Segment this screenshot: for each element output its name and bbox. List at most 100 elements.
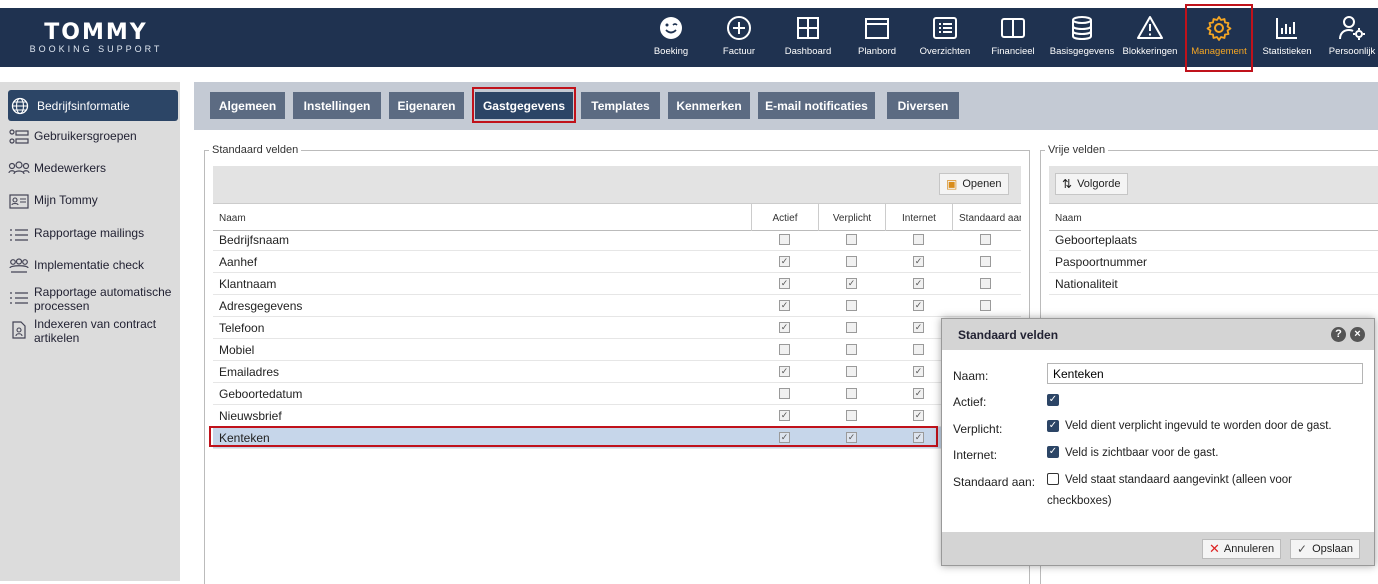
tab-algemeen[interactable]: Algemeen <box>210 92 285 119</box>
internet-checkbox[interactable]: ✓ <box>1047 446 1059 458</box>
col-internet[interactable]: Internet <box>886 204 953 231</box>
nav-blokkeringen[interactable]: Blokkeringen <box>1120 8 1180 67</box>
sidebar-item-bedrijfsinformatie[interactable]: Bedrijfsinformatie <box>8 90 178 121</box>
naam-input[interactable] <box>1047 363 1363 384</box>
table-row[interactable]: Bedrijfsnaam <box>213 229 1021 251</box>
verplicht-checkbox[interactable] <box>846 256 857 267</box>
help-icon[interactable]: ? <box>1331 327 1346 342</box>
tab-eigenaren[interactable]: Eigenaren <box>389 92 464 119</box>
tab-kenmerken[interactable]: Kenmerken <box>668 92 750 119</box>
table-row[interactable]: Telefoon ✓ ✓ <box>213 317 1021 339</box>
internet-checkbox[interactable]: ✓ <box>913 366 924 377</box>
actief-checkbox[interactable]: ✓ <box>779 410 790 421</box>
nav-factuur[interactable]: Factuur <box>716 8 762 67</box>
verplicht-checkbox[interactable] <box>846 388 857 399</box>
row-name: Nationaliteit <box>1055 277 1118 291</box>
actief-checkbox[interactable]: ✓ <box>779 366 790 377</box>
verplicht-checkbox[interactable]: ✓ <box>846 278 857 289</box>
verplicht-checkbox[interactable] <box>846 410 857 421</box>
naam-label: Naam: <box>953 369 989 383</box>
sidebar-item-label: Mijn Tommy <box>34 193 98 207</box>
nav-statistieken[interactable]: Statistieken <box>1258 8 1316 67</box>
internet-checkbox[interactable]: ✓ <box>913 322 924 333</box>
table-row[interactable]: Nationaliteit <box>1049 273 1378 295</box>
sidebar-item-rapportage-processen[interactable]: Rapportage automatische processen <box>8 285 178 313</box>
standaard-checkbox[interactable] <box>980 278 991 289</box>
actief-checkbox[interactable]: ✓ <box>1047 394 1059 406</box>
nav-management[interactable]: Management <box>1185 4 1253 72</box>
cancel-button[interactable]: ✕ Annuleren <box>1202 539 1282 559</box>
nav-label: Dashboard <box>784 46 832 57</box>
table-row[interactable]: Emailadres ✓ ✓ <box>213 361 1021 383</box>
plus-circle-icon <box>727 16 751 40</box>
nav-label: Blokkeringen <box>1122 46 1178 57</box>
standaard-checkbox[interactable] <box>980 300 991 311</box>
verplicht-checkbox[interactable] <box>846 322 857 333</box>
list-box-icon <box>933 17 957 39</box>
internet-checkbox[interactable]: ✓ <box>913 410 924 421</box>
id-card-icon <box>9 194 29 209</box>
verplicht-checkbox[interactable] <box>846 300 857 311</box>
internet-checkbox[interactable]: ✓ <box>913 278 924 289</box>
sidebar-item-indexeren-contract[interactable]: Indexeren van contract artikelen <box>8 317 178 345</box>
col-actief[interactable]: Actief <box>752 204 819 231</box>
col-standaard-aan[interactable]: Standaard aan <box>953 204 1021 231</box>
actief-checkbox[interactable]: ✓ <box>779 256 790 267</box>
sidebar-item-rapportage-mailings[interactable]: Rapportage mailings <box>8 226 178 244</box>
actief-checkbox[interactable]: ✓ <box>779 322 790 333</box>
actief-checkbox[interactable]: ✓ <box>779 300 790 311</box>
nav-planbord[interactable]: Planbord <box>852 8 902 67</box>
actief-checkbox[interactable] <box>779 344 790 355</box>
nav-label: Persoonlijk <box>1328 46 1376 57</box>
table-row[interactable]: Mobiel <box>213 339 1021 361</box>
standaard-checkbox[interactable] <box>980 256 991 267</box>
verplicht-checkbox[interactable] <box>846 366 857 377</box>
table-row[interactable]: Geboorteplaats <box>1049 229 1378 251</box>
tab-bar: Algemeen Instellingen Eigenaren Gastgege… <box>194 82 1378 130</box>
col-naam[interactable]: Naam <box>1049 204 1378 231</box>
sidebar-item-gebruikersgroepen[interactable]: Gebruikersgroepen <box>8 129 178 147</box>
internet-checkbox[interactable] <box>913 344 924 355</box>
standaard-checkbox[interactable] <box>1047 473 1059 485</box>
table-row[interactable]: Adresgegevens ✓ ✓ <box>213 295 1021 317</box>
internet-checkbox[interactable]: ✓ <box>913 256 924 267</box>
nav-basisgegevens[interactable]: Basisgegevens <box>1047 8 1117 67</box>
tab-diversen[interactable]: Diversen <box>887 92 959 119</box>
internet-checkbox[interactable] <box>913 234 924 245</box>
nav-overzichten[interactable]: Overzichten <box>916 8 974 67</box>
verplicht-checkbox[interactable] <box>846 344 857 355</box>
nav-dashboard[interactable]: Dashboard <box>780 8 836 67</box>
actief-checkbox[interactable] <box>779 388 790 399</box>
close-icon[interactable]: × <box>1350 327 1365 342</box>
nav-boeking[interactable]: Boeking <box>648 8 694 67</box>
actief-checkbox[interactable] <box>779 234 790 245</box>
sidebar-item-mijn-tommy[interactable]: Mijn Tommy <box>8 193 178 211</box>
standaard-text: Veld staat standaard aangevinkt (alleen … <box>1065 474 1292 486</box>
table-row[interactable]: Geboortedatum ✓ <box>213 383 1021 405</box>
verplicht-checkbox[interactable] <box>846 234 857 245</box>
bar-chart-icon <box>1276 18 1297 39</box>
order-button[interactable]: ⇅ Volgorde <box>1055 173 1128 195</box>
standaard-checkbox[interactable] <box>980 234 991 245</box>
standaard-text-cont: checkboxes) <box>1047 495 1112 507</box>
open-button[interactable]: ▣ Openen <box>939 173 1009 195</box>
nav-persoonlijk[interactable]: Persoonlijk <box>1326 8 1378 67</box>
nav-financieel[interactable]: Financieel <box>986 8 1040 67</box>
tab-templates[interactable]: Templates <box>581 92 660 119</box>
table-row[interactable]: Paspoortnummer <box>1049 251 1378 273</box>
col-naam[interactable]: Naam <box>213 204 752 231</box>
internet-checkbox[interactable]: ✓ <box>913 388 924 399</box>
sidebar-item-implementatie-check[interactable]: Implementatie check <box>8 258 178 276</box>
table-row[interactable]: Nieuwsbrief ✓ ✓ <box>213 405 1021 427</box>
table-row[interactable]: Klantnaam ✓ ✓ ✓ <box>213 273 1021 295</box>
tab-instellingen[interactable]: Instellingen <box>293 92 381 119</box>
internet-checkbox[interactable]: ✓ <box>913 300 924 311</box>
col-verplicht[interactable]: Verplicht <box>819 204 886 231</box>
logo[interactable]: TOMMY BOOKING SUPPORT <box>22 22 170 55</box>
actief-checkbox[interactable]: ✓ <box>779 278 790 289</box>
verplicht-checkbox[interactable]: ✓ <box>1047 420 1059 432</box>
tab-email-notificaties[interactable]: E-mail notificaties <box>758 92 875 119</box>
sidebar-item-medewerkers[interactable]: Medewerkers <box>8 161 178 179</box>
table-row[interactable]: Aanhef ✓ ✓ <box>213 251 1021 273</box>
save-button[interactable]: ✓ Opslaan <box>1290 539 1361 559</box>
